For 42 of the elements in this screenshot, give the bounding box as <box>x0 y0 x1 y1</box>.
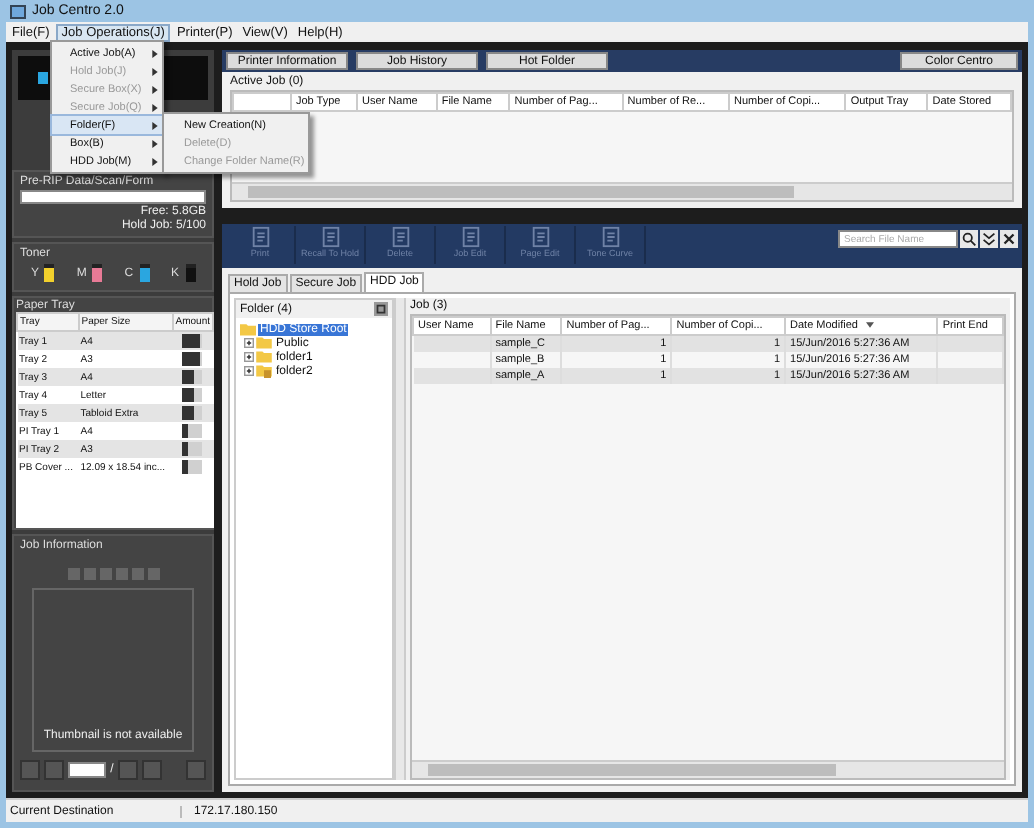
paper-amount-icon <box>182 370 203 384</box>
horizontal-scrollbar[interactable] <box>412 760 1004 778</box>
last-page-button[interactable] <box>141 760 162 780</box>
close-icon[interactable] <box>1000 230 1018 248</box>
folder-settings-icon[interactable] <box>374 302 388 316</box>
paper-amount-icon <box>182 388 203 402</box>
expand-icon[interactable] <box>980 230 998 248</box>
next-page-button[interactable] <box>117 760 138 780</box>
sort-icon <box>865 322 874 328</box>
submenu-arrow-icon <box>152 103 158 111</box>
first-page-button[interactable] <box>20 760 41 780</box>
expand-icon[interactable] <box>244 352 254 362</box>
submenu-arrow-icon <box>152 67 158 75</box>
paper-amount-icon <box>182 424 203 438</box>
search-icon[interactable] <box>960 230 978 248</box>
submenu-arrow-icon <box>152 157 158 165</box>
submenu-arrow-icon <box>152 85 158 93</box>
document-icon <box>599 226 621 248</box>
document-icon <box>319 226 341 248</box>
document-icon <box>529 226 551 248</box>
document-icon <box>249 226 271 248</box>
paper-amount-icon <box>182 406 203 420</box>
document-icon <box>389 226 411 248</box>
paper-amount-icon <box>182 334 203 348</box>
toner-gauge <box>92 264 103 282</box>
copy-button[interactable] <box>185 760 206 780</box>
submenu-arrow-icon <box>152 139 158 147</box>
app-icon <box>10 3 26 19</box>
horizontal-scrollbar[interactable] <box>232 182 1012 200</box>
paper-amount-icon <box>182 352 203 366</box>
expand-icon[interactable] <box>244 338 254 348</box>
page-field[interactable] <box>68 762 107 778</box>
toner-gauge <box>185 264 196 282</box>
paper-amount-icon <box>182 442 203 456</box>
previous-page-button[interactable] <box>44 760 65 780</box>
submenu-arrow-icon <box>152 121 158 129</box>
toner-gauge <box>44 264 55 282</box>
document-icon <box>459 226 481 248</box>
paper-amount-icon <box>182 460 203 474</box>
toner-gauge <box>139 264 150 282</box>
submenu-arrow-icon <box>152 49 158 57</box>
expand-icon[interactable] <box>244 366 254 376</box>
